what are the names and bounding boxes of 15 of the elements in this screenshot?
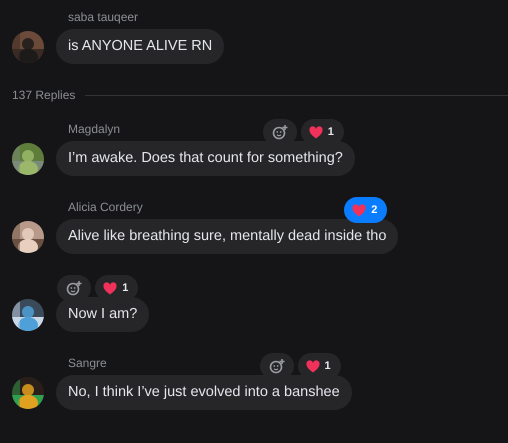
heart-icon: [103, 282, 118, 294]
author-name: Alicia Cordery: [68, 200, 143, 214]
emoji-add-icon: [272, 124, 288, 140]
message-bubble: is ANYONE ALIVE RN: [56, 29, 224, 64]
heart-icon: [352, 204, 366, 216]
add-reaction-button[interactable]: [57, 275, 92, 301]
heart-icon: [308, 126, 323, 138]
author-name: Sangre: [68, 356, 107, 370]
reply-count[interactable]: 137 Replies: [12, 88, 76, 102]
emoji-add-icon: [268, 358, 285, 374]
reaction-button[interactable]: 2: [344, 197, 388, 223]
author-name: saba tauqeer: [68, 10, 138, 24]
heart-icon: [306, 360, 320, 372]
emoji-add-icon: [66, 280, 82, 296]
author-name: Magdalyn: [68, 122, 120, 136]
